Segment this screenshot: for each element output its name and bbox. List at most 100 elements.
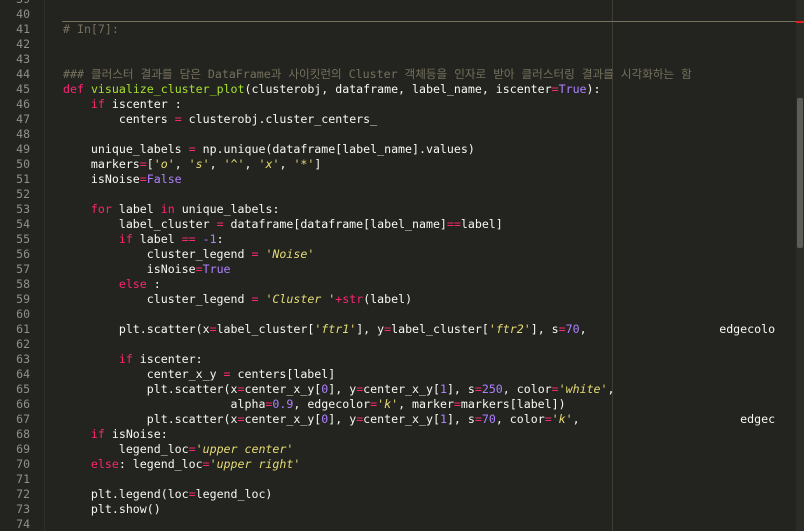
code-line[interactable]: 51 isNoise=False — [0, 172, 796, 187]
code-area[interactable]: 394041 # In[7]: 424344 ### 클러스터 결과를 담은 Data… — [0, 0, 796, 531]
error-marker — [796, 21, 804, 23]
code-text[interactable]: ### 클러스터 결과를 담은 DataFrame과 사이킷런의 Cluster… — [63, 67, 692, 82]
code-line[interactable]: 61 plt.scatter(x=label_cluster['ftr1'], … — [0, 322, 796, 337]
code-line[interactable]: 73 plt.show() — [0, 502, 796, 517]
line-number: 52 — [16, 187, 30, 201]
code-line[interactable]: 63 if iscenter: — [0, 352, 796, 367]
code-line[interactable]: 46 if iscenter : — [0, 97, 796, 112]
code-text[interactable]: alpha=0.9, edgecolor='k', marker=markers… — [63, 397, 566, 412]
code-line[interactable]: 50 markers=['o', 's', '^', 'x', '*'] — [0, 157, 796, 172]
code-text[interactable]: if iscenter: — [63, 352, 203, 367]
code-text[interactable]: isNoise=False — [63, 172, 182, 187]
code-text[interactable]: plt.legend(loc=legend_loc) — [63, 487, 273, 502]
line-number: 56 — [16, 247, 30, 261]
code-line[interactable]: 59 cluster_legend = 'Cluster '+str(label… — [0, 292, 796, 307]
code-line[interactable]: 66 alpha=0.9, edgecolor='k', marker=mark… — [0, 397, 796, 412]
line-number: 55 — [16, 232, 30, 246]
vertical-scrollbar[interactable] — [796, 0, 804, 531]
line-number: 68 — [16, 427, 30, 441]
line-number: 48 — [16, 127, 30, 141]
line-number: 50 — [16, 157, 30, 171]
line-number: 60 — [16, 307, 30, 321]
line-number: 65 — [16, 382, 30, 396]
code-line[interactable]: 47 centers = clusterobj.cluster_centers_ — [0, 112, 796, 127]
line-number: 74 — [16, 517, 30, 531]
code-line[interactable]: 56 cluster_legend = 'Noise' — [0, 247, 796, 262]
code-text[interactable]: if iscenter : — [63, 97, 182, 112]
line-number: 59 — [16, 292, 30, 306]
line-number: 42 — [16, 37, 30, 51]
line-number: 62 — [16, 337, 30, 351]
code-line[interactable]: 40 — [0, 7, 796, 22]
line-number: 71 — [16, 472, 30, 486]
line-number: 70 — [16, 457, 30, 471]
code-line[interactable]: 60 — [0, 307, 796, 322]
code-line[interactable]: 54 label_cluster = dataframe[dataframe[l… — [0, 217, 796, 232]
line-number: 58 — [16, 277, 30, 291]
code-text[interactable]: centers = clusterobj.cluster_centers_ — [63, 112, 377, 127]
code-line[interactable]: 49 unique_labels = np.unique(dataframe[l… — [0, 142, 796, 157]
code-text[interactable]: markers=['o', 's', '^', 'x', '*'] — [63, 157, 321, 172]
code-line[interactable]: 72 plt.legend(loc=legend_loc) — [0, 487, 796, 502]
line-number: 39 — [0, 0, 30, 7]
code-line[interactable]: 67 plt.scatter(x=center_x_y[0], y=center… — [0, 412, 796, 427]
code-text[interactable]: # In[7]: — [63, 22, 119, 37]
code-line[interactable]: 70 else: legend_loc='upper right' — [0, 457, 796, 472]
code-line[interactable]: 62 — [0, 337, 796, 352]
code-text[interactable]: if label == -1: — [63, 232, 224, 247]
line-number: 46 — [16, 97, 30, 111]
line-number: 47 — [16, 112, 30, 126]
line-number: 61 — [16, 322, 30, 336]
code-line[interactable]: 74 — [0, 517, 796, 531]
line-number: 40 — [16, 7, 30, 21]
line-number: 49 — [16, 142, 30, 156]
code-line[interactable]: 53 for label in unique_labels: — [0, 202, 796, 217]
code-text[interactable]: for label in unique_labels: — [63, 202, 280, 217]
code-text[interactable]: label_cluster = dataframe[dataframe[labe… — [63, 217, 503, 232]
code-line[interactable]: 41 # In[7]: — [0, 22, 796, 37]
line-number: 45 — [16, 82, 30, 96]
code-text[interactable]: plt.scatter(x=center_x_y[0], y=center_x_… — [63, 412, 775, 427]
code-text[interactable]: isNoise=True — [63, 262, 231, 277]
code-text[interactable]: center_x_y = centers[label] — [63, 367, 335, 382]
code-text[interactable]: legend_loc='upper center' — [63, 442, 294, 457]
code-editor[interactable]: 394041 # In[7]: 424344 ### 클러스터 결과를 담은 Data… — [0, 0, 804, 531]
code-line[interactable]: 45 def visualize_cluster_plot(clusterobj,… — [0, 82, 796, 97]
code-text[interactable]: cluster_legend = 'Cluster '+str(label) — [63, 292, 412, 307]
code-text[interactable]: else : — [63, 277, 161, 292]
code-text[interactable]: unique_labels = np.unique(dataframe[labe… — [63, 142, 475, 157]
line-number: 66 — [16, 397, 30, 411]
line-number: 73 — [16, 502, 30, 516]
code-line[interactable]: 68 if isNoise: — [0, 427, 796, 442]
code-text[interactable]: plt.show() — [63, 502, 161, 517]
code-line[interactable]: 57 isNoise=True — [0, 262, 796, 277]
line-number: 53 — [16, 202, 30, 216]
code-line[interactable]: 55 if label == -1: — [0, 232, 796, 247]
code-text[interactable]: else: legend_loc='upper right' — [63, 457, 300, 472]
code-line[interactable]: 52 — [0, 187, 796, 202]
code-line[interactable]: 44 ### 클러스터 결과를 담은 DataFrame과 사이킷런의 Clust… — [0, 67, 796, 82]
code-line[interactable]: 48 — [0, 127, 796, 142]
line-number: 64 — [16, 367, 30, 381]
line-number: 69 — [16, 442, 30, 456]
code-line[interactable]: 39 — [0, 0, 796, 7]
line-number: 57 — [16, 262, 30, 276]
code-text[interactable]: if isNoise: — [63, 427, 168, 442]
line-number: 54 — [16, 217, 30, 231]
code-text[interactable]: cluster_legend = 'Noise' — [63, 247, 315, 262]
code-text[interactable]: plt.scatter(x=label_cluster['ftr1'], y=l… — [63, 322, 775, 337]
line-number: 51 — [16, 172, 30, 186]
code-line[interactable]: 43 — [0, 52, 796, 67]
code-line[interactable]: 65 plt.scatter(x=center_x_y[0], y=center… — [0, 382, 796, 397]
code-line[interactable]: 58 else : — [0, 277, 796, 292]
code-text[interactable]: plt.scatter(x=center_x_y[0], y=center_x_… — [63, 382, 615, 397]
code-line[interactable]: 71 — [0, 472, 796, 487]
code-line[interactable]: 64 center_x_y = centers[label] — [0, 367, 796, 382]
code-line[interactable]: 69 legend_loc='upper center' — [0, 442, 796, 457]
line-number: 63 — [16, 352, 30, 366]
line-number: 43 — [16, 52, 30, 66]
code-line[interactable]: 42 — [0, 37, 796, 52]
code-text[interactable]: def visualize_cluster_plot(clusterobj, d… — [63, 82, 601, 97]
scrollbar-thumb[interactable] — [797, 98, 803, 248]
line-number: 41 — [16, 22, 30, 36]
